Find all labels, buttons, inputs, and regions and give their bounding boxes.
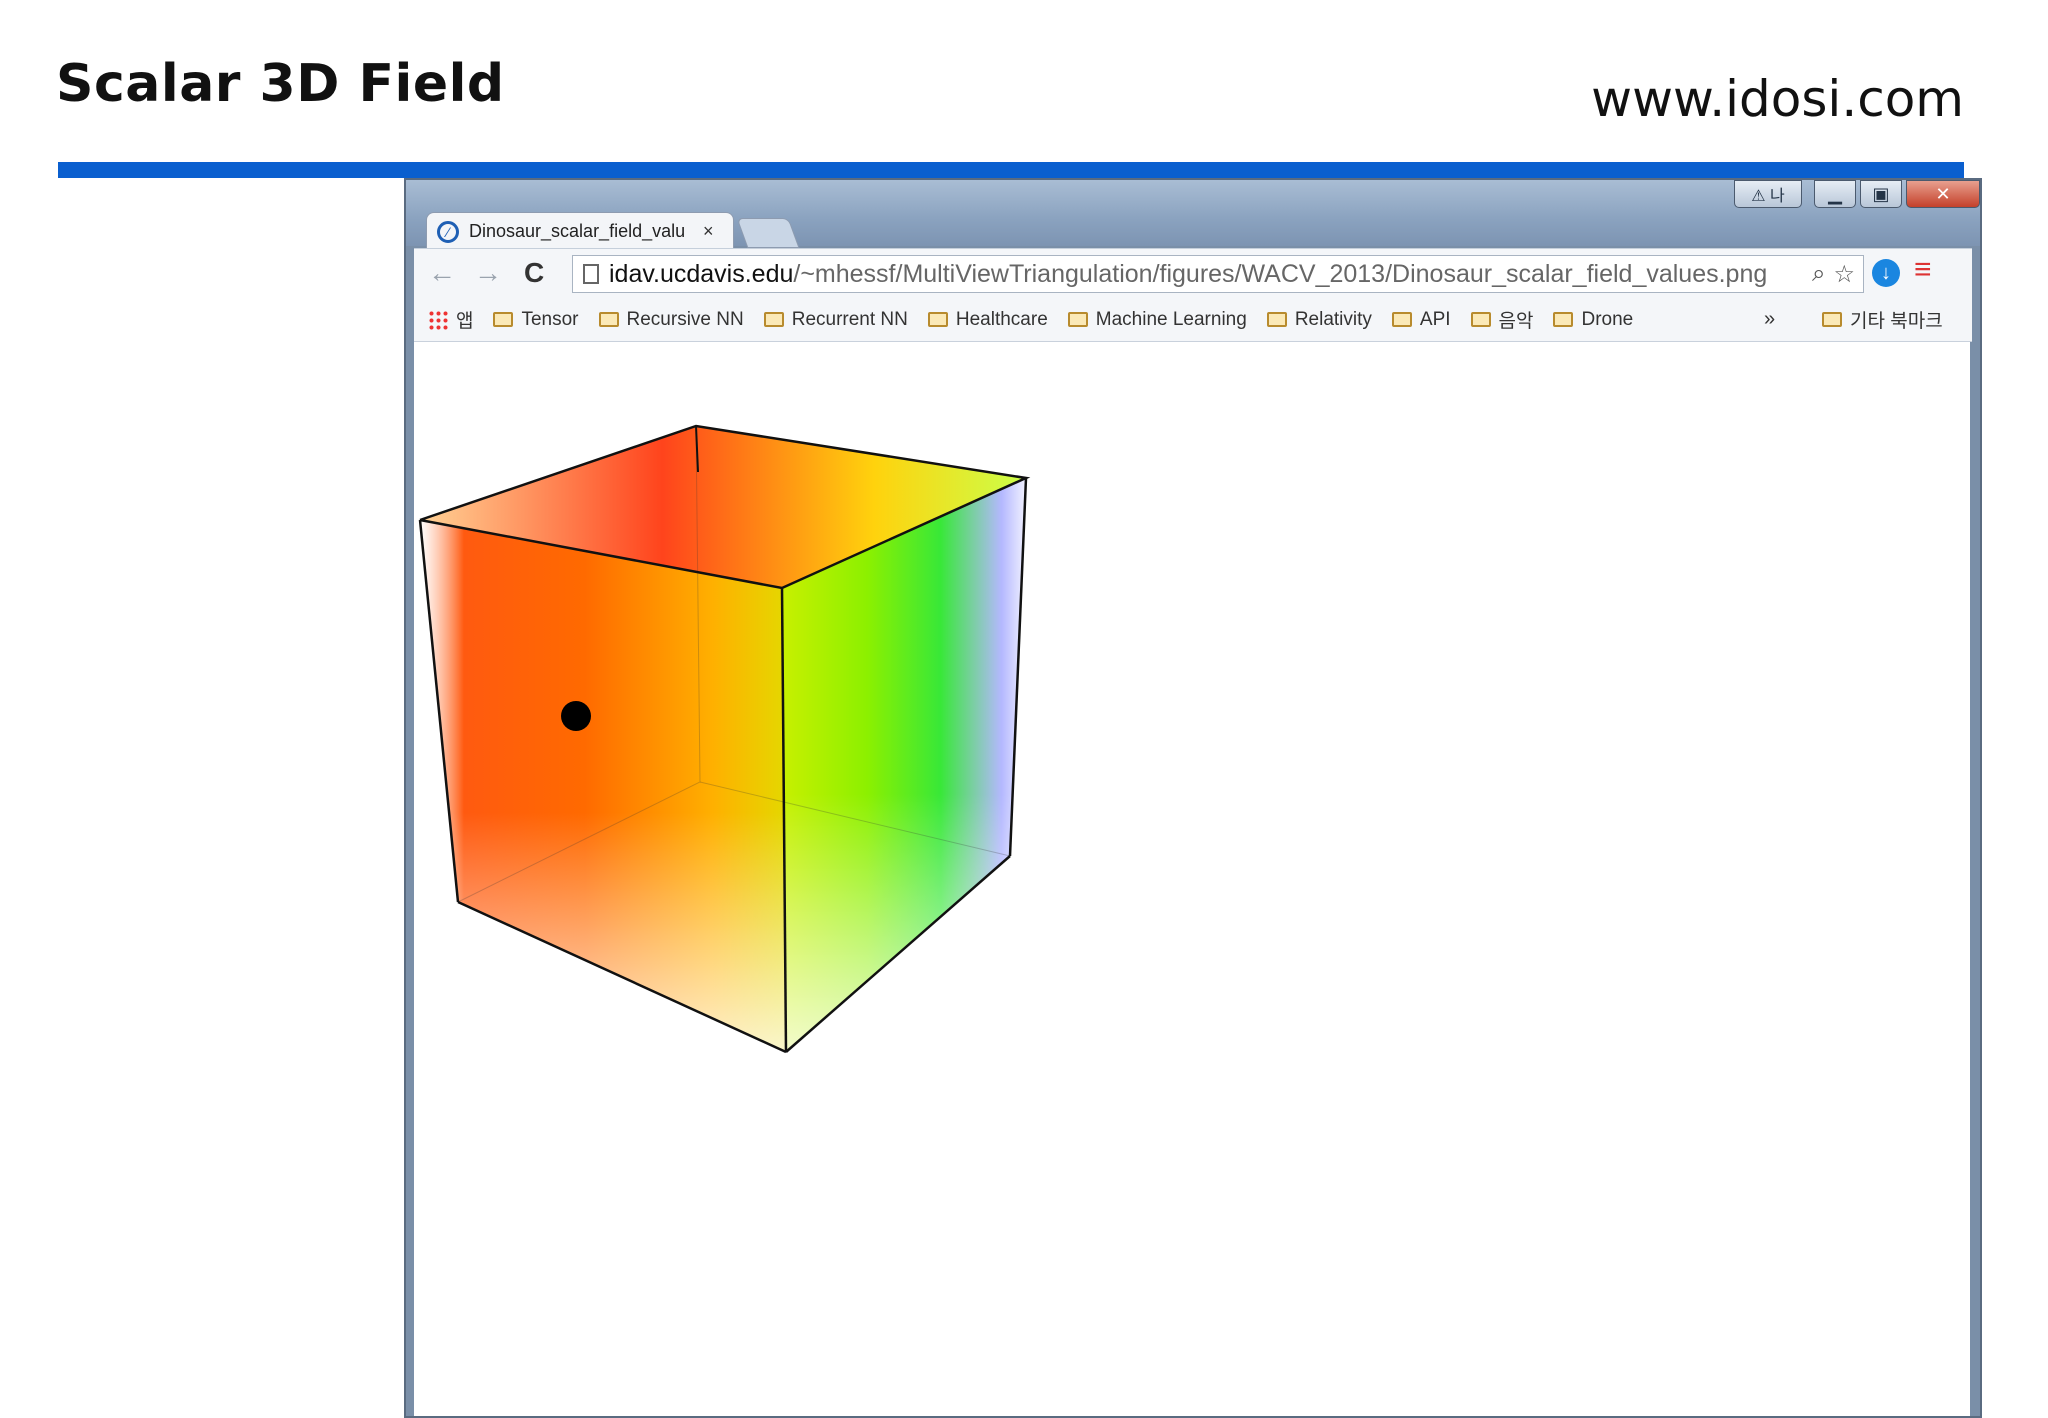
reload-button[interactable]: C (524, 257, 544, 289)
window-controls: ⚠ 나 ▁ ▣ ✕ (1734, 180, 1980, 214)
profile-button[interactable]: ⚠ 나 (1734, 180, 1802, 208)
bookmark-label: Relativity (1294, 308, 1372, 330)
bookmark-folder[interactable]: Recurrent NN (763, 308, 908, 331)
bookmark-folder[interactable]: Recursive NN (598, 308, 744, 331)
folder-icon (493, 312, 514, 327)
slide-website: www.idosi.com (1591, 70, 1964, 128)
favicon-icon: ⁄ (437, 220, 459, 243)
minimize-button[interactable]: ▁ (1814, 180, 1856, 208)
bookmark-label: 앱 (456, 311, 474, 332)
download-icon[interactable]: ↓ (1872, 259, 1900, 287)
new-tab-button[interactable] (736, 218, 800, 248)
other-bookmarks[interactable]: 기타 북마크 (1822, 306, 1943, 333)
bookmark-label: 기타 북마크 (1850, 311, 1943, 332)
bookmark-label: Tensor (521, 308, 579, 330)
folder-icon (1067, 312, 1088, 327)
browser-toolbar: ← → C idav.ucdavis.edu /~mhessf/MultiVie… (414, 248, 1972, 299)
back-button[interactable]: ← (428, 257, 456, 289)
bookmarks-bar: 앱 Tensor Recursive NN Recurrent NN Healt… (414, 298, 1972, 342)
forward-button[interactable]: → (474, 257, 502, 289)
bookmark-folder[interactable]: Machine Learning (1067, 308, 1247, 331)
title-rule (58, 162, 1964, 178)
bookmark-folder[interactable]: Healthcare (927, 308, 1048, 331)
close-icon: ✕ (1935, 183, 1951, 204)
bookmark-folder[interactable]: API (1391, 308, 1451, 331)
folder-icon (1266, 312, 1287, 327)
zoom-icon[interactable]: ⌕ (1812, 260, 1825, 288)
apps-icon (428, 309, 448, 330)
title-bar[interactable]: ⚠ 나 ▁ ▣ ✕ ⁄ Dinosaur_scalar_field_valu × (406, 180, 1980, 250)
bookmark-label: Healthcare (955, 308, 1048, 330)
bookmark-label: Recursive NN (626, 308, 744, 330)
address-bar[interactable]: idav.ucdavis.edu /~mhessf/MultiViewTrian… (572, 255, 1864, 293)
folder-icon (1470, 312, 1491, 327)
page-icon (583, 264, 599, 284)
front-face-fade (420, 520, 786, 1052)
bookmark-label: Drone (1581, 308, 1634, 330)
folder-icon (763, 312, 784, 327)
tab-title: Dinosaur_scalar_field_valu (469, 221, 686, 241)
restore-icon: ▣ (1872, 183, 1890, 204)
menu-icon[interactable]: ≡ (1914, 253, 1932, 287)
page-content (414, 342, 1970, 1416)
browser-window: ⚠ 나 ▁ ▣ ✕ ⁄ Dinosaur_scalar_field_valu ×… (404, 178, 1982, 1418)
bookmark-folder[interactable]: Tensor (493, 308, 579, 331)
bookmark-folder[interactable]: Relativity (1266, 308, 1372, 331)
scalar-field-cube-render (418, 424, 1031, 1054)
bookmark-label: Recurrent NN (791, 308, 908, 330)
folder-icon (927, 312, 948, 327)
folder-icon (1822, 312, 1842, 327)
bookmark-label: 음악 (1498, 311, 1534, 332)
folder-icon (598, 312, 619, 327)
close-window-button[interactable]: ✕ (1906, 180, 1980, 208)
tab-close-icon[interactable]: × (703, 221, 714, 242)
marker-point (561, 701, 591, 731)
maximize-button[interactable]: ▣ (1860, 180, 1902, 208)
bookmark-folder[interactable]: Drone (1553, 309, 1633, 331)
slide-title: Scalar 3D Field (56, 54, 505, 114)
url-host: idav.ucdavis.edu (609, 259, 794, 288)
minimize-icon: ▁ (1828, 183, 1842, 204)
browser-tab[interactable]: ⁄ Dinosaur_scalar_field_valu × (426, 212, 734, 250)
bookmark-label: API (1419, 308, 1451, 330)
more-bookmarks-button[interactable]: » (1764, 308, 1775, 331)
url-path: /~mhessf/MultiViewTriangulation/figures/… (793, 259, 1768, 288)
bookmark-star-icon[interactable]: ☆ (1833, 260, 1855, 289)
folder-icon (1553, 312, 1574, 327)
bookmark-apps[interactable]: 앱 (428, 306, 473, 333)
folder-icon (1391, 312, 1412, 327)
bookmark-label: Machine Learning (1095, 308, 1247, 330)
bookmark-folder[interactable]: 음악 (1470, 306, 1534, 333)
